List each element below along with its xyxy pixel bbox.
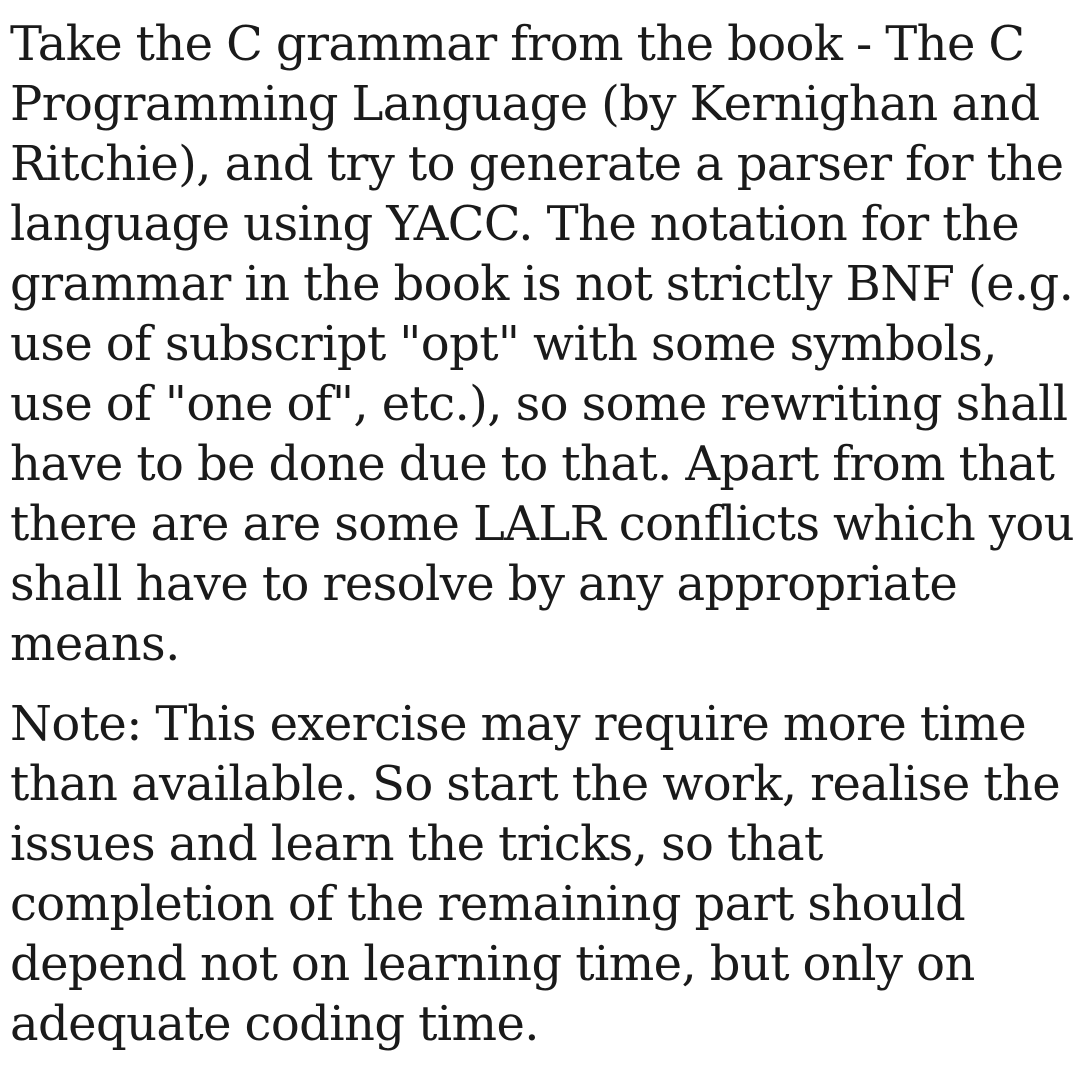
- document-body: Take the C grammar from the book - The C…: [10, 14, 1076, 1054]
- note-paragraph: Note: This exercise may require more tim…: [10, 696, 1061, 1052]
- exercise-paragraph: Take the C grammar from the book - The C…: [10, 16, 1075, 672]
